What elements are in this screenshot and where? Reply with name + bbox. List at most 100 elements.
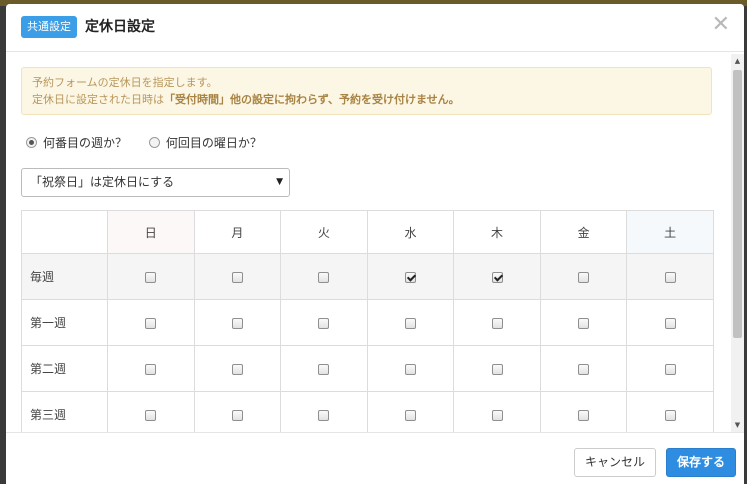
checkbox-monday[interactable] — [231, 271, 243, 283]
day-cell-friday — [539, 299, 628, 346]
radio-label-weekday-occurrence: 何回目の曜日か？ — [165, 136, 262, 150]
radio-weekday-occurrence[interactable]: 何回目の曜日か？ — [148, 134, 262, 151]
day-cell-thursday — [453, 299, 541, 346]
table-row: 第一週 — [21, 299, 714, 346]
notice-line-2: 定休日に設定された日時は「受付時間」他の設定に拘わらず、予約を受け付けません。 — [32, 91, 701, 108]
day-header-wednesday: 水 — [366, 210, 455, 254]
day-cell-tuesday — [280, 391, 368, 432]
checkbox-wednesday[interactable] — [404, 317, 416, 329]
checkbox-wednesday[interactable] — [404, 409, 416, 421]
day-cell-wednesday — [366, 391, 455, 432]
day-cell-friday — [539, 391, 628, 432]
table-header-row: 日 月 火 水 木 金 土 — [21, 210, 714, 254]
dialog-header: 共通設定 定休日設定 ✕ — [6, 4, 744, 52]
radio-button-week-number[interactable] — [26, 137, 37, 148]
scroll-down-arrow-icon[interactable]: ▼ — [731, 418, 744, 432]
day-cell-wednesday — [366, 253, 455, 300]
category-badge: 共通設定 — [21, 16, 77, 38]
table-row: 毎週 — [21, 253, 714, 300]
checkbox-sunday[interactable] — [145, 271, 157, 283]
day-cell-sunday — [107, 345, 195, 392]
radio-label-week-number: 何番目の週か？ — [43, 136, 128, 150]
checkbox-friday[interactable] — [578, 363, 590, 375]
closed-days-table-body: 毎週 第一週 第二週 第三週 — [21, 253, 714, 432]
day-cell-tuesday — [280, 345, 368, 392]
checkbox-monday[interactable] — [231, 409, 243, 421]
day-cell-wednesday — [366, 345, 455, 392]
day-cell-thursday — [453, 253, 541, 300]
checkbox-monday[interactable] — [231, 317, 243, 329]
day-cell-monday — [193, 345, 282, 392]
checkbox-sunday[interactable] — [145, 409, 157, 421]
checkbox-thursday[interactable] — [491, 317, 503, 329]
day-header-monday: 月 — [193, 210, 282, 254]
close-icon[interactable]: ✕ — [712, 12, 730, 38]
day-cell-thursday — [453, 345, 541, 392]
checkbox-sunday[interactable] — [145, 363, 157, 375]
dialog-title: 定休日設定 — [85, 19, 155, 35]
checkbox-saturday[interactable] — [664, 409, 676, 421]
row-label: 第二週 — [21, 345, 108, 392]
mode-radio-group: 何番目の週か？ 何回目の曜日か？ — [26, 134, 280, 151]
checkbox-thursday[interactable] — [491, 363, 503, 375]
scroll-up-arrow-icon[interactable]: ▲ — [731, 54, 744, 68]
checkbox-tuesday[interactable] — [318, 363, 330, 375]
scrollbar-thumb[interactable] — [733, 70, 742, 338]
notice-line-2-emphasis: 「受付時間」他の設定に拘わらず、予約を受け付けません。 — [164, 93, 460, 106]
notice-line-2-text: 定休日に設定された日時は — [32, 93, 164, 106]
day-cell-sunday — [107, 253, 195, 300]
radio-button-weekday-occurrence[interactable] — [148, 137, 160, 148]
checkbox-saturday[interactable] — [664, 317, 676, 329]
day-header-thursday: 木 — [453, 210, 541, 254]
notice-line-1: 予約フォームの定休日を指定します。 — [32, 76, 218, 89]
day-cell-tuesday — [280, 253, 368, 300]
checkbox-tuesday[interactable] — [318, 271, 330, 283]
checkbox-friday[interactable] — [578, 317, 590, 329]
table-row: 第二週 — [21, 345, 714, 392]
cancel-button[interactable]: キャンセル — [574, 448, 656, 477]
day-cell-friday — [539, 253, 628, 300]
checkbox-sunday[interactable] — [145, 317, 157, 329]
day-cell-monday — [193, 253, 282, 300]
info-notice: 予約フォームの定休日を指定します。 定休日に設定された日時は「受付時間」他の設定… — [21, 67, 712, 115]
day-header-sunday: 日 — [107, 210, 195, 254]
day-cell-tuesday — [280, 299, 368, 346]
holiday-select-value: 「祝祭日」は定休日にする — [30, 175, 175, 189]
checkbox-friday[interactable] — [578, 271, 590, 283]
closed-days-table: 日 月 火 水 木 金 土 毎週 第一週 第二週 第三週 — [21, 210, 714, 432]
row-label: 第三週 — [21, 391, 108, 432]
table-row: 第三週 — [21, 391, 714, 432]
row-label: 毎週 — [21, 253, 108, 300]
checkbox-thursday[interactable] — [491, 409, 503, 421]
closed-days-dialog: 共通設定 定休日設定 ✕ 予約フォームの定休日を指定します。 定休日に設定された… — [6, 4, 744, 484]
corner-header-cell — [21, 210, 108, 254]
day-header-tuesday: 火 — [280, 210, 368, 254]
day-cell-sunday — [107, 299, 195, 346]
checkbox-monday[interactable] — [231, 363, 243, 375]
day-cell-sunday — [107, 391, 195, 432]
checkbox-wednesday[interactable] — [404, 363, 416, 375]
checkbox-friday[interactable] — [578, 409, 590, 421]
holiday-select[interactable]: 「祝祭日」は定休日にする ▼ — [21, 168, 290, 197]
day-cell-saturday — [626, 299, 714, 346]
day-cell-thursday — [453, 391, 541, 432]
save-button[interactable]: 保存する — [666, 448, 736, 477]
checkbox-saturday[interactable] — [664, 363, 676, 375]
day-header-friday: 金 — [539, 210, 628, 254]
checkbox-tuesday[interactable] — [318, 317, 330, 329]
checkbox-tuesday[interactable] — [318, 409, 330, 421]
row-label: 第一週 — [21, 299, 108, 346]
checkbox-saturday[interactable] — [664, 271, 676, 283]
day-header-saturday: 土 — [626, 210, 714, 254]
checkbox-wednesday[interactable] — [404, 271, 416, 283]
checkbox-thursday[interactable] — [491, 271, 503, 283]
day-cell-monday — [193, 391, 282, 432]
vertical-scrollbar[interactable]: ▲ ▼ — [731, 54, 744, 432]
dialog-footer: キャンセル 保存する — [6, 432, 744, 484]
chevron-down-icon: ▼ — [276, 177, 283, 187]
day-cell-monday — [193, 299, 282, 346]
day-cell-wednesday — [366, 299, 455, 346]
day-cell-saturday — [626, 345, 714, 392]
radio-week-number[interactable]: 何番目の週か？ — [26, 134, 127, 151]
day-cell-friday — [539, 345, 628, 392]
